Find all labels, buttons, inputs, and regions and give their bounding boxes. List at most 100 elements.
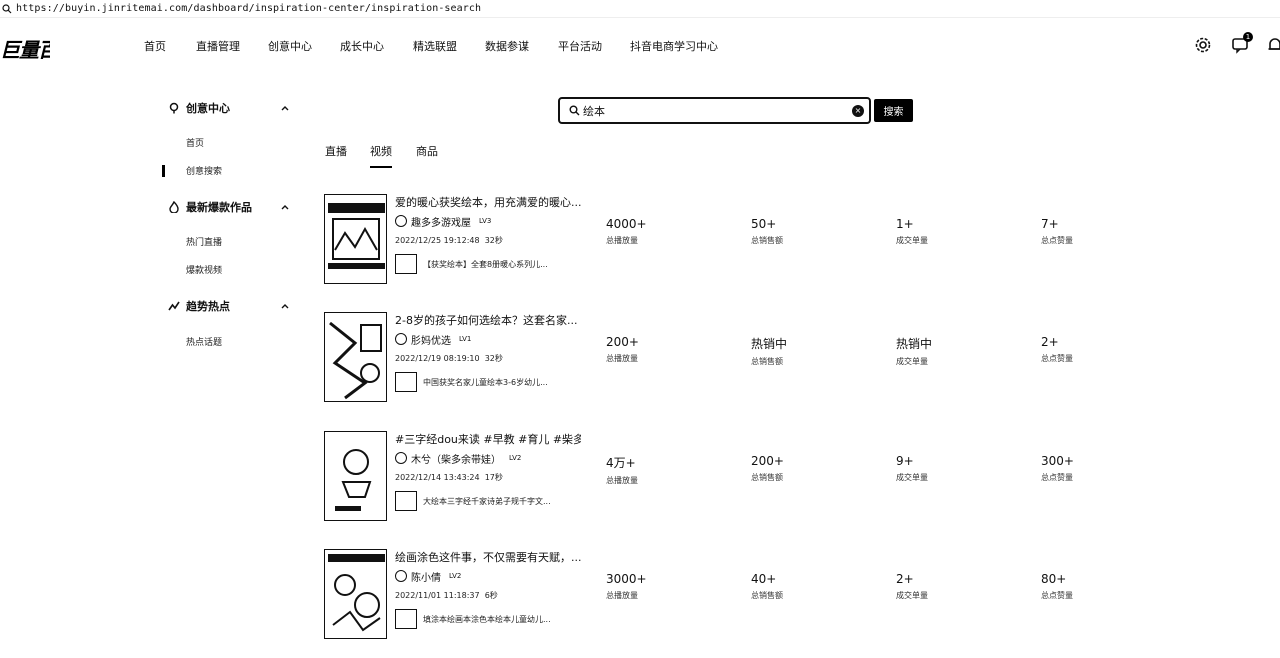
publish-time: 2022/11/01 11:18:37 [395,591,480,600]
thumbnail-art [335,449,372,511]
stat-label: 总点赞量 [1041,591,1073,600]
stat-value: 热销中 [896,337,933,351]
trend-icon [168,301,180,311]
stat-label: 总点赞量 [1041,354,1073,363]
video-title[interactable]: 爱的暖心获奖绘本，用充满爱的暖心... [395,194,581,210]
tab-products[interactable]: 商品 [416,143,438,159]
level-badge: LV1 [459,335,472,343]
stat-likes: 7+ 总点赞量 [1041,217,1073,246]
sidebar-item-hot-topics[interactable]: 热点话题 [186,335,222,348]
logo[interactable]: 巨量百应 [0,34,50,63]
product-image [395,609,417,629]
nav-live-management[interactable]: 直播管理 [196,38,240,54]
stat-label: 总点赞量 [1041,473,1073,482]
duration: 32秒 [484,236,503,245]
result-row[interactable]: 2-8岁的孩子如何选绘本？这套名家... 肜妈优选 LV1 2022/12/19… [324,312,1224,404]
video-thumbnail[interactable] [324,312,387,402]
search-icon [569,105,580,116]
tab-live[interactable]: 直播 [325,143,347,159]
stat-sales: 热销中 总销售额 [751,335,787,367]
level-badge: LV3 [479,217,492,225]
result-row[interactable]: 爱的暖心获奖绘本，用充满爱的暖心... 趣多多游戏屋 LV3 2022/12/2… [324,194,1224,286]
sidebar-item-hot-live[interactable]: 热门直播 [186,235,222,248]
nav-platform-activities[interactable]: 平台活动 [558,38,602,54]
chevron-up-icon[interactable] [280,202,290,212]
active-indicator [162,165,165,177]
stat-label: 成交单量 [896,357,928,366]
author-info: 陈小倩 LV2 [395,569,461,584]
nav-creative-center[interactable]: 创意中心 [268,38,312,54]
stat-label: 成交单量 [896,236,928,245]
video-thumbnail[interactable] [324,194,387,284]
stat-value: 2+ [1041,335,1059,349]
video-thumbnail[interactable] [324,549,387,639]
product-image [395,254,417,274]
result-row[interactable]: #三字经dou来读 #早教 #育儿 #柴多... 木兮（柴多余带娃） LV2 2… [324,431,1224,523]
stat-orders: 1+ 成交单量 [896,217,928,246]
sidebar-group-label: 趋势热点 [186,300,230,313]
stat-value: 40+ [751,572,777,586]
thumbnail-art [328,203,385,269]
stat-value: 9+ [896,454,914,468]
sidebar-item-hit-videos[interactable]: 爆款视频 [186,263,222,276]
sidebar-group-creative-center[interactable]: 创意中心 [160,97,290,119]
search-button[interactable]: 搜索 [874,99,913,122]
nav-learning-center[interactable]: 抖音电商学习中心 [630,38,718,54]
author-name[interactable]: 趣多多游戏屋 [411,214,471,229]
product-image [395,491,417,511]
stat-value: 1+ [896,217,914,231]
stat-value: 80+ [1041,572,1067,586]
avatar [395,570,407,582]
stat-label: 总销售额 [751,473,783,482]
author-info: 肜妈优选 LV1 [395,332,472,347]
sidebar-group-latest-hits[interactable]: 最新爆款作品 [160,196,290,218]
nav-selected-alliance[interactable]: 精选联盟 [413,38,457,54]
search-input[interactable] [583,104,852,117]
message-button[interactable]: 1 [1231,32,1253,54]
chevron-up-icon[interactable] [280,103,290,113]
author-info: 趣多多游戏屋 LV3 [395,214,492,229]
author-name[interactable]: 陈小倩 [411,569,441,584]
tab-video[interactable]: 视频 [370,143,392,159]
stat-label: 总播放量 [606,236,638,245]
thumbnail-art [329,321,382,400]
author-name[interactable]: 木兮（柴多余带娃） [411,451,501,466]
product-title: 【获奖绘本】全套8册暖心系列儿... [423,259,548,269]
stat-likes: 300+ 总点赞量 [1041,454,1074,483]
clear-icon[interactable]: × [852,104,864,117]
nav-growth-center[interactable]: 成长中心 [340,38,384,54]
address-bar[interactable]: https://buyin.jinritemai.com/dashboard/i… [0,0,1280,18]
video-thumbnail[interactable] [324,431,387,521]
publish-time: 2022/12/19 08:19:10 [395,354,480,363]
result-row[interactable]: 绘画涂色这件事，不仅需要有天赋，... 陈小倩 LV2 2022/11/01 1… [324,549,1224,641]
chevron-up-icon[interactable] [280,301,290,311]
linked-product[interactable]: 【获奖绘本】全套8册暖心系列儿... [395,254,573,274]
nav-data-advisor[interactable]: 数据参谋 [485,38,529,54]
linked-product[interactable]: 大绘本三字经千家诗弟子规千字文... [395,491,573,511]
video-title[interactable]: 绘画涂色这件事，不仅需要有天赋，... [395,549,581,565]
avatar [395,215,407,227]
bell-icon[interactable] [1266,36,1280,54]
sidebar-item-creative-search[interactable]: 创意搜索 [186,164,222,177]
stat-likes: 2+ 总点赞量 [1041,335,1073,364]
linked-product[interactable]: 填涂本绘画本涂色本绘本儿童幼儿... [395,609,573,629]
sidebar-item-home[interactable]: 首页 [186,136,204,149]
linked-product[interactable]: 中国获奖名家儿童绘本3-6岁幼儿... [395,372,573,392]
stat-label: 总点赞量 [1041,236,1073,245]
duration: 17秒 [484,473,503,482]
nav-home[interactable]: 首页 [144,38,166,54]
avatar [395,452,407,464]
video-title[interactable]: #三字经dou来读 #早教 #育儿 #柴多... [395,431,581,447]
product-title: 填涂本绘画本涂色本绘本儿童幼儿... [423,614,551,624]
fire-icon [169,201,179,213]
sidebar-group-trending[interactable]: 趋势热点 [160,295,290,317]
settings-icon[interactable] [1194,36,1212,54]
duration: 32秒 [484,354,503,363]
sidebar-group-label: 最新爆款作品 [186,201,252,214]
stat-plays: 4万+ 总播放量 [606,454,638,486]
top-nav: 巨量百应 首页 直播管理 创意中心 成长中心 精选联盟 数据参谋 平台活动 抖音… [0,28,1280,64]
video-title[interactable]: 2-8岁的孩子如何选绘本？这套名家... [395,312,581,328]
stat-label: 总播放量 [606,476,638,485]
author-name[interactable]: 肜妈优选 [411,332,451,347]
stat-value: 300+ [1041,454,1074,468]
